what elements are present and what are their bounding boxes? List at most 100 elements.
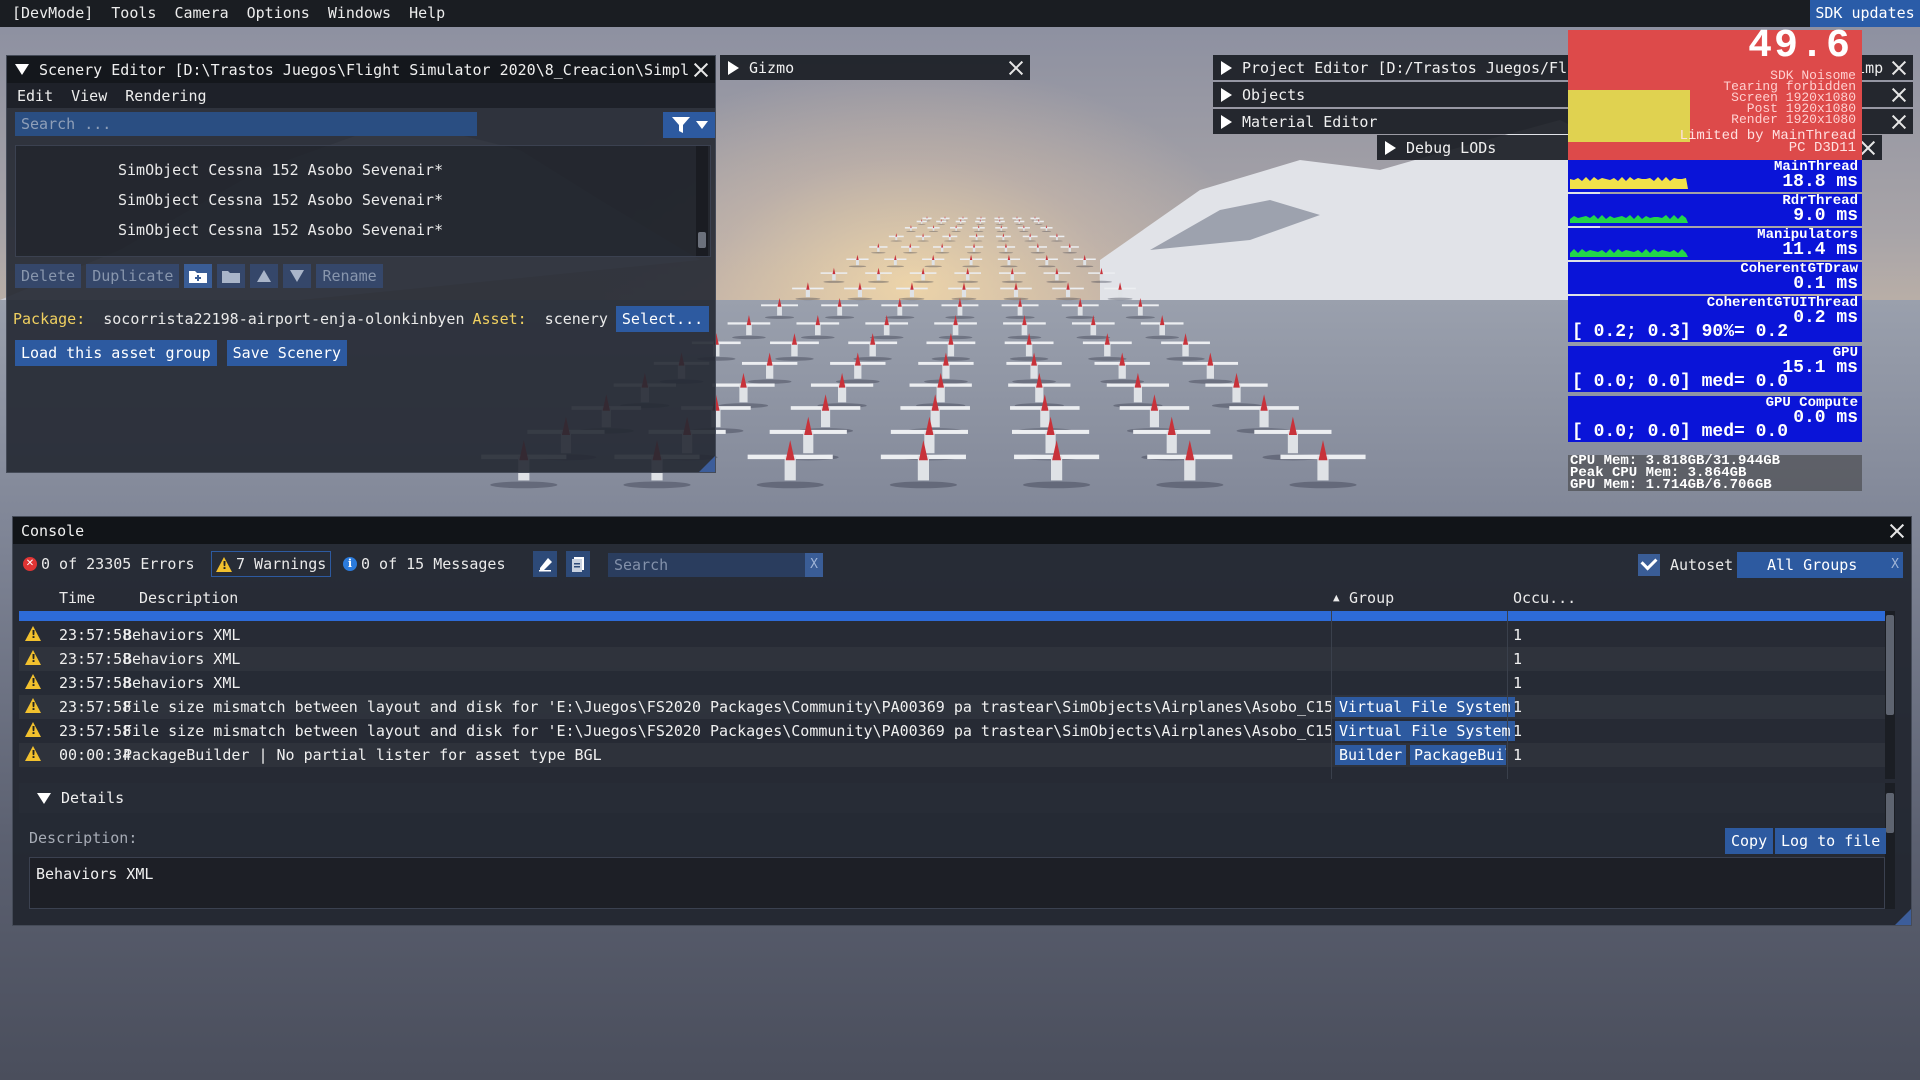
expand-triangle-icon[interactable]	[728, 60, 739, 75]
menu-camera[interactable]: Camera	[165, 0, 237, 27]
clear-button[interactable]	[533, 551, 557, 577]
table-row[interactable]: 23:57:58File size mismatch between layou…	[19, 695, 1895, 719]
copy-button[interactable]: Copy	[1725, 828, 1774, 854]
selected-row[interactable]	[19, 611, 1895, 621]
aircraft	[998, 267, 1026, 283]
all-groups-dropdown[interactable]: All Groups X	[1737, 552, 1903, 578]
aircraft	[1008, 372, 1071, 409]
list-item[interactable]: SimObject Cessna 152 Asobo Sevenair*	[118, 191, 443, 209]
row-occurrences: 1	[1513, 650, 1523, 668]
save-scenery-button[interactable]: Save Scenery	[226, 340, 348, 366]
table-row[interactable]: 23:57:58Behaviors XML 1	[19, 647, 1895, 671]
move-down-button[interactable]	[283, 264, 312, 288]
autoset-toggle[interactable]: Autoset	[1638, 552, 1733, 578]
description-text[interactable]: Behaviors XML	[29, 857, 1885, 909]
aircraft	[933, 243, 952, 254]
copy-all-button[interactable]	[566, 551, 590, 577]
expand-triangle-icon[interactable]	[1221, 60, 1232, 75]
table-row[interactable]: 23:57:58Behaviors XML 1	[19, 671, 1895, 695]
menu-edit[interactable]: Edit	[17, 87, 53, 105]
list-item[interactable]: SimObject Cessna 152 Asobo Sevenair*	[118, 161, 443, 179]
gizmo-panel-header[interactable]: Gizmo	[720, 55, 1030, 80]
close-icon[interactable]	[1891, 87, 1907, 103]
aircraft	[790, 394, 861, 434]
folder-icon	[222, 271, 241, 283]
row-time: 23:57:58	[59, 722, 132, 740]
scenery-editor-titlebar[interactable]: Scenery Editor [D:\Trastos Juegos\Flight…	[7, 56, 715, 83]
groups-clear-button[interactable]: X	[1891, 552, 1899, 578]
row-time: 23:57:58	[59, 650, 132, 668]
aircraft	[996, 243, 1016, 254]
filter-button[interactable]	[663, 112, 715, 138]
menu-windows[interactable]: Windows	[319, 0, 400, 27]
list-item[interactable]: SimObject Cessna 152 Asobo Sevenair*	[118, 221, 443, 239]
table-row[interactable]: 23:57:58Behaviors XML 1	[19, 623, 1895, 647]
performance-overlay: 49.6 SDK Noisome Tearing forbidden Scree…	[1568, 24, 1862, 492]
menu-options[interactable]: Options	[238, 0, 319, 27]
scrollbar-thumb[interactable]	[1886, 793, 1894, 833]
console-search-input[interactable]: Search	[608, 553, 813, 577]
folder-button[interactable]	[217, 264, 246, 288]
row-time: 00:00:34	[59, 746, 132, 764]
scenery-search-input[interactable]: Search ...	[15, 112, 477, 136]
perf-block: GPU Compute 0.0 ms[ 0.0; 0.0] med= 0.0	[1568, 396, 1862, 442]
column-description[interactable]: Description	[139, 589, 238, 607]
list-scrollbar[interactable]	[696, 146, 708, 256]
column-group[interactable]: Group	[1349, 589, 1394, 607]
close-icon[interactable]	[1891, 60, 1907, 76]
load-asset-group-button[interactable]: Load this asset group	[15, 340, 217, 366]
menu-rendering[interactable]: Rendering	[125, 87, 206, 105]
menu-devmode[interactable]: [DevMode]	[0, 0, 102, 27]
details-header[interactable]: Details	[19, 783, 1895, 813]
resize-grip[interactable]	[699, 456, 715, 472]
table-row[interactable]: 23:57:58File size mismatch between layou…	[19, 719, 1895, 743]
aircraft	[1014, 440, 1100, 489]
duplicate-button[interactable]: Duplicate	[86, 264, 180, 288]
aircraft	[901, 243, 920, 254]
console-scrollbar[interactable]	[1885, 611, 1895, 779]
close-icon[interactable]	[1891, 114, 1907, 130]
move-up-button[interactable]	[250, 264, 279, 288]
errors-filter[interactable]: ✕ 0 of 23305 Errors	[23, 551, 195, 577]
asset-label: Asset:	[472, 310, 527, 328]
table-row[interactable]: 00:00:34PackageBuilder | No partial list…	[19, 743, 1895, 767]
row-occurrences: 1	[1513, 746, 1523, 764]
aircraft	[1106, 372, 1170, 409]
collapse-triangle-icon[interactable]	[37, 792, 51, 804]
resize-grip[interactable]	[1895, 909, 1911, 925]
menu-view[interactable]: View	[71, 87, 107, 105]
autoset-checkbox[interactable]	[1638, 554, 1660, 576]
gizmo-title: Gizmo	[749, 58, 795, 77]
log-to-file-button[interactable]: Log to file	[1775, 828, 1887, 854]
warnings-filter[interactable]: 7 Warnings	[211, 551, 332, 577]
info-icon: i	[343, 557, 357, 571]
debug-lods-title: Debug LODs	[1406, 138, 1497, 157]
details-scrollbar[interactable]	[1885, 783, 1895, 909]
sdk-updates-button[interactable]: SDK updates	[1810, 0, 1920, 27]
close-icon[interactable]	[1889, 523, 1905, 539]
delete-button[interactable]: Delete	[15, 264, 82, 288]
expand-triangle-icon[interactable]	[1221, 87, 1232, 102]
warnings-count: 7 Warnings	[236, 555, 327, 573]
expand-triangle-icon[interactable]	[1221, 114, 1232, 129]
new-folder-button[interactable]	[184, 264, 213, 288]
scrollbar-thumb[interactable]	[1886, 615, 1894, 715]
scrollbar-thumb[interactable]	[698, 232, 706, 248]
close-icon[interactable]	[693, 62, 709, 78]
column-occurrences[interactable]: Occu...	[1513, 589, 1576, 607]
close-icon[interactable]	[1008, 60, 1024, 76]
sort-asc-icon[interactable]: ▲	[1333, 591, 1340, 604]
column-time[interactable]: Time	[59, 589, 95, 607]
close-icon[interactable]	[1860, 140, 1876, 156]
column-separator	[1507, 611, 1508, 779]
search-clear-button[interactable]: X	[805, 553, 823, 577]
console-titlebar[interactable]: Console	[13, 517, 1911, 544]
collapse-triangle-icon[interactable]	[15, 64, 29, 75]
rename-button[interactable]: Rename	[316, 264, 383, 288]
select-button[interactable]: Select...	[615, 306, 710, 332]
row-description: Behaviors XML	[123, 626, 241, 644]
messages-filter[interactable]: i 0 of 15 Messages	[343, 551, 506, 577]
menu-help[interactable]: Help	[400, 0, 454, 27]
expand-triangle-icon[interactable]	[1385, 140, 1396, 155]
menu-tools[interactable]: Tools	[102, 0, 165, 27]
